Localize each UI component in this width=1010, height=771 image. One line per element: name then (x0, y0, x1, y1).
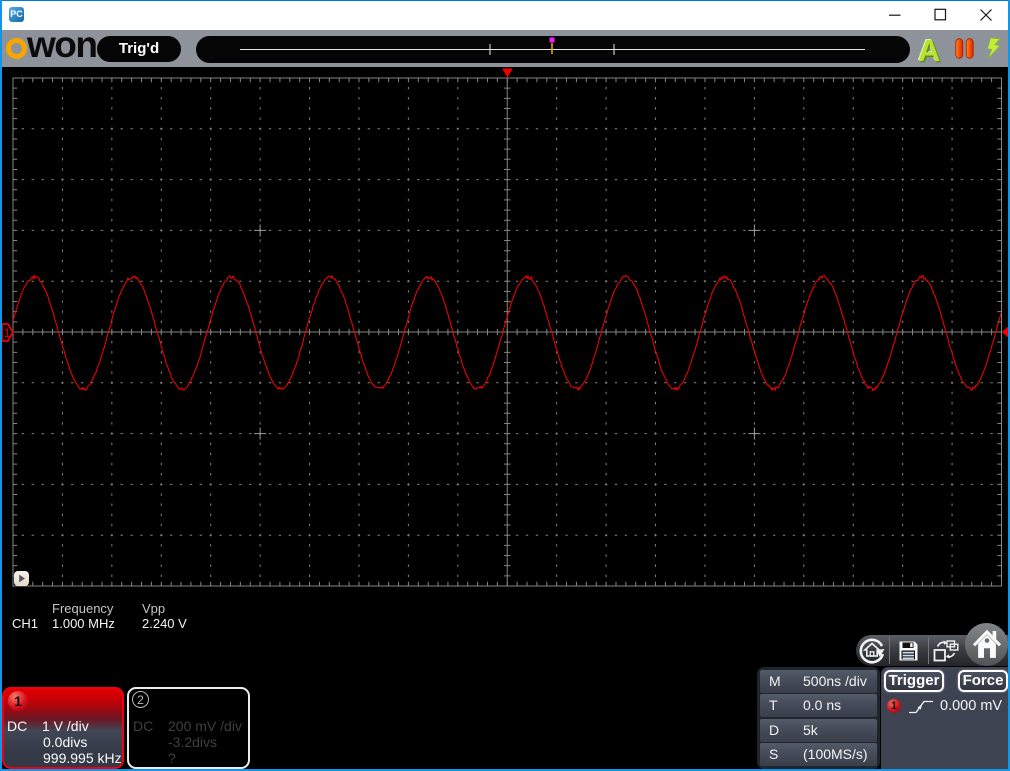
svg-text:1: 1 (4, 326, 11, 340)
